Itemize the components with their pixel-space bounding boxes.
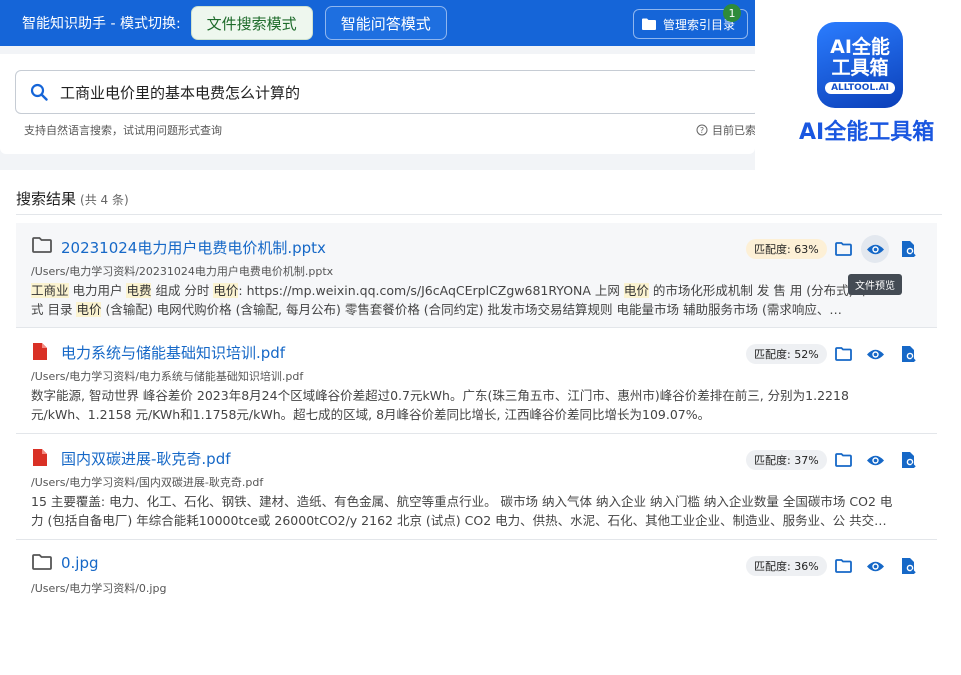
svg-text:?: ? (700, 126, 704, 135)
open-folder-button[interactable] (829, 552, 857, 580)
result-card[interactable]: 电力系统与储能基础知识培训.pdf /Users/电力学习资料/电力系统与储能基… (16, 328, 937, 434)
result-path: /Users/电力学习资料/国内双碳进展-耿克奇.pdf (31, 476, 264, 489)
eye-icon (866, 561, 884, 571)
locate-file-button[interactable] (894, 235, 922, 263)
logo-icon: AI全能 工具箱 ALLTOOL.AI (817, 22, 903, 108)
result-title[interactable]: 0.jpg (61, 554, 99, 572)
snippet-highlight: 工商业 (31, 283, 69, 298)
snippet-highlight: 电价 (213, 283, 239, 298)
snippet-line: 15 主要覆盖: 电力、化工、石化、钢铁、建材、造纸、有色金属、航空等重点行业。… (31, 494, 893, 509)
results-panel: 搜索结果 (共 4 条) 20231024电力用户电费电价机制.pptx /Use… (0, 170, 961, 675)
search-panel: 工商业电价里的基本电费怎么计算的 支持自然语言搜索，试试用问题形式查询 ? 目前… (0, 54, 760, 154)
result-path: /Users/电力学习资料/电力系统与储能基础知识培训.pdf (31, 370, 304, 383)
file-search-icon (901, 452, 916, 468)
app-title: 智能知识助手 - 模式切换: (22, 16, 181, 32)
eye-icon (866, 455, 884, 465)
result-snippet: 工商业 电力用户 电费 组成 分时 电价: https://mp.weixin.… (31, 281, 921, 319)
result-snippet: 15 主要覆盖: 电力、化工、石化、钢铁、建材、造纸、有色金属、航空等重点行业。… (31, 492, 921, 530)
eye-icon (866, 244, 884, 254)
locate-file-button[interactable] (894, 340, 922, 368)
folder-icon (32, 237, 52, 253)
folder-icon (834, 347, 852, 361)
snippet-text: 电力用户 (68, 283, 127, 298)
snippet-text: (含输配) 电网代购价格 (含输配, 每月公布) 零售套餐价格 (合同约定) 批… (101, 302, 842, 317)
file-search-mode-button[interactable]: 文件搜索模式 (190, 6, 313, 40)
file-search-icon (901, 558, 916, 574)
folder-icon (834, 453, 852, 467)
result-card[interactable]: 20231024电力用户电费电价机制.pptx /Users/电力学习资料/20… (16, 223, 937, 328)
result-title[interactable]: 国内双碳进展-耿克奇.pdf (61, 448, 231, 469)
result-card[interactable]: 国内双碳进展-耿克奇.pdf /Users/电力学习资料/国内双碳进展-耿克奇.… (16, 434, 937, 540)
logo-line1: AI全能 (830, 35, 890, 58)
index-status-text: 目前已索 (712, 124, 756, 137)
folder-icon (834, 242, 852, 256)
logo-pill: ALLTOOL.AI (825, 81, 895, 94)
results-heading: 搜索结果 (16, 190, 77, 208)
snippet-line: 元/kWh、1.2158 元/KWh和1.1758元/kWh。超七成的区域, 8… (31, 407, 711, 422)
preview-button[interactable] (861, 235, 889, 263)
results-header: 搜索结果 (共 4 条) (16, 188, 129, 209)
snippet-text: 组成 分时 (151, 283, 214, 298)
locate-file-button[interactable] (894, 446, 922, 474)
divider (16, 214, 942, 215)
help-circle-icon: ? (696, 124, 708, 136)
search-icon (30, 83, 48, 101)
result-snippet: 数字能源, 智动世界 峰谷差价 2023年8月24个区域峰谷价差超过0.7元kW… (31, 386, 921, 424)
eye-icon (866, 349, 884, 359)
preview-tooltip: 文件预览 (848, 274, 902, 295)
preview-button[interactable] (861, 446, 889, 474)
folder-icon (32, 554, 52, 570)
folder-icon (834, 559, 852, 573)
index-status: ? 目前已索 (696, 122, 756, 138)
open-folder-button[interactable] (829, 235, 857, 263)
match-badge: 匹配度: 63% (746, 239, 827, 259)
file-search-icon (901, 346, 916, 362)
snippet-text: 式 目录 (31, 302, 77, 317)
result-path: /Users/电力学习资料/0.jpg (31, 582, 167, 595)
locate-file-button[interactable] (894, 552, 922, 580)
logo-line2: 工具箱 (831, 56, 889, 79)
open-folder-button[interactable] (829, 340, 857, 368)
match-badge: 匹配度: 37% (746, 450, 827, 470)
search-hint: 支持自然语言搜索，试试用问题形式查询 (24, 124, 222, 137)
pdf-file-icon (33, 343, 47, 360)
snippet-text: : https://mp.weixin.qq.com/s/J6cAqCErplC… (238, 283, 624, 298)
match-badge: 匹配度: 52% (746, 344, 827, 364)
search-input[interactable]: 工商业电价里的基本电费怎么计算的 (15, 70, 760, 114)
match-badge: 匹配度: 36% (746, 556, 827, 576)
result-path: /Users/电力学习资料/20231024电力用户电费电价机制.pptx (31, 265, 334, 278)
file-search-icon (901, 241, 916, 257)
preview-button[interactable] (861, 552, 889, 580)
result-title[interactable]: 电力系统与储能基础知识培训.pdf (61, 342, 285, 363)
snippet-highlight: 电价 (76, 302, 102, 317)
snippet-line: 力 (包括自备电厂) 年综合能耗10000tce或 26000tCO2/y 21… (31, 513, 887, 528)
top-bar: 智能知识助手 - 模式切换: 文件搜索模式 智能问答模式 管理索引目录 1 (0, 0, 755, 46)
folder-icon (642, 18, 656, 30)
pdf-file-icon (33, 449, 47, 466)
search-query: 工商业电价里的基本电费怎么计算的 (60, 83, 301, 102)
result-title[interactable]: 20231024电力用户电费电价机制.pptx (61, 237, 326, 258)
logo-watermark: AI全能 工具箱 ALLTOOL.AI AI全能工具箱 (755, 0, 961, 170)
logo-text: AI全能工具箱 (799, 120, 935, 145)
snippet-highlight: 电价 (623, 283, 649, 298)
preview-button[interactable] (861, 340, 889, 368)
notification-badge: 1 (723, 4, 741, 22)
snippet-highlight: 电费 (126, 283, 152, 298)
result-card[interactable]: 0.jpg /Users/电力学习资料/0.jpg 匹配度: 36% (16, 540, 937, 610)
snippet-text: 的市场化形成机制 发 售 用 (分布式) 中 (648, 283, 871, 298)
results-count: (共 4 条) (80, 193, 129, 207)
snippet-line: 数字能源, 智动世界 峰谷差价 2023年8月24个区域峰谷价差超过0.7元kW… (31, 388, 849, 403)
qa-mode-button[interactable]: 智能问答模式 (324, 6, 447, 40)
open-folder-button[interactable] (829, 446, 857, 474)
